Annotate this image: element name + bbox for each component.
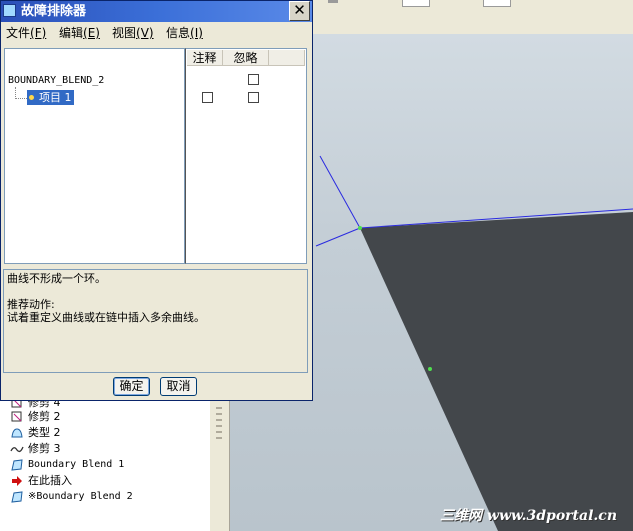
menu-shortcut: (V) xyxy=(136,26,154,40)
boundary-blend-icon xyxy=(11,459,23,471)
menu-label: 编辑 xyxy=(59,26,84,40)
grip-mark xyxy=(216,413,222,415)
tree-item-type-2[interactable]: 类型 2 xyxy=(0,425,209,441)
insert-arrow-icon xyxy=(12,476,22,486)
note-checkbox-item[interactable] xyxy=(202,92,213,103)
tree-item-label: Boundary Blend 1 xyxy=(28,459,125,470)
menu-label: 视图 xyxy=(112,26,137,40)
watermark: 三维网 www.3dportal.cn xyxy=(440,508,617,524)
menu-view[interactable]: 视图(V) xyxy=(111,25,155,42)
toolbar-field[interactable] xyxy=(402,0,430,7)
grip-mark xyxy=(216,407,222,409)
tree-item-trim-3[interactable]: 修剪 3 xyxy=(0,441,209,457)
menu-label: 信息 xyxy=(166,26,191,40)
menu-shortcut: (F) xyxy=(30,26,47,40)
grip-mark xyxy=(216,437,222,439)
menu-info[interactable]: 信息(I) xyxy=(165,25,204,42)
grip-mark xyxy=(216,431,222,433)
cancel-button[interactable]: 取消 xyxy=(160,377,197,396)
tree-connector xyxy=(15,98,27,99)
column-header-empty xyxy=(269,50,305,66)
tree-item-insert-here[interactable]: 在此插入 xyxy=(0,473,209,489)
menu-edit[interactable]: 编辑(E) xyxy=(58,25,101,42)
message-panel: 曲线不形成一个环。 推荐动作: 试着重定义曲线或在链中插入多余曲线。 xyxy=(3,269,308,373)
dialog-title-bar[interactable]: 故障排除器 ✕ xyxy=(1,1,312,22)
tree-item-label: 修剪 2 xyxy=(28,410,61,423)
column-header-ignore[interactable]: 忽略 xyxy=(223,50,269,66)
tree-root-item[interactable]: BOUNDARY_BLEND_2 xyxy=(8,75,104,87)
tree-item-label: 类型 2 xyxy=(28,426,61,439)
tree-child-label: 项目 1 xyxy=(39,91,72,104)
tree-item-label: ※Boundary Blend 2 xyxy=(28,491,133,502)
message-recommendation: 试着重定义曲线或在链中插入多余曲线。 xyxy=(7,311,205,324)
datum-axis-line xyxy=(315,227,361,247)
window-icon xyxy=(3,4,16,17)
grip-mark xyxy=(216,425,222,427)
issue-table-pane: 注释 忽略 xyxy=(185,48,307,264)
menu-label: 文件 xyxy=(6,26,31,40)
tree-item-boundary-blend-1[interactable]: Boundary Blend 1 xyxy=(0,457,209,473)
dialog-title: 故障排除器 xyxy=(21,4,87,19)
column-header-note[interactable]: 注释 xyxy=(187,50,223,66)
toolbar-icon[interactable] xyxy=(328,0,338,3)
datum-axis-line xyxy=(319,155,361,229)
tree-item-boundary-blend-2[interactable]: ※Boundary Blend 2 xyxy=(0,489,209,505)
blend-surface xyxy=(360,212,633,531)
ignore-checkbox-item[interactable] xyxy=(248,92,259,103)
vertex-point xyxy=(358,226,362,230)
boundary-blend-icon xyxy=(11,491,23,503)
menu-shortcut: (E) xyxy=(83,26,100,40)
grip-mark xyxy=(216,419,222,421)
status-dot-icon xyxy=(29,95,34,100)
toolbar-field[interactable] xyxy=(483,0,511,7)
tree-item-label: 修剪 3 xyxy=(28,442,61,455)
tree-item-label: 在此插入 xyxy=(28,474,72,487)
vertex-point xyxy=(428,367,432,371)
surface-type-icon xyxy=(11,428,23,438)
menu-file[interactable]: 文件(F) xyxy=(5,25,47,42)
issue-tree-pane[interactable]: BOUNDARY_BLEND_2 项目 1 xyxy=(4,48,185,264)
close-icon[interactable]: ✕ xyxy=(289,1,310,21)
message-heading: 推荐动作: xyxy=(7,298,55,311)
trim-icon xyxy=(11,411,22,422)
ignore-checkbox-root[interactable] xyxy=(248,74,259,85)
model-tree: 修剪 4 修剪 2 类型 2 修剪 3 Boundary Blend 1 在此插… xyxy=(0,395,209,531)
tree-child-item-selected[interactable]: 项目 1 xyxy=(27,90,74,105)
menu-bar: 文件(F) 编辑(E) 视图(V) 信息(I) xyxy=(1,23,312,44)
panel-splitter[interactable] xyxy=(209,395,230,531)
menu-shortcut: (I) xyxy=(190,26,203,40)
ok-button[interactable]: 确定 xyxy=(113,377,150,396)
troubleshooter-dialog: 故障排除器 ✕ 文件(F) 编辑(E) 视图(V) 信息(I) BOUNDARY… xyxy=(0,0,313,401)
message-error: 曲线不形成一个环。 xyxy=(7,272,106,285)
curve-trim-icon xyxy=(10,446,24,453)
tree-item-trim-2[interactable]: 修剪 2 xyxy=(0,409,209,425)
